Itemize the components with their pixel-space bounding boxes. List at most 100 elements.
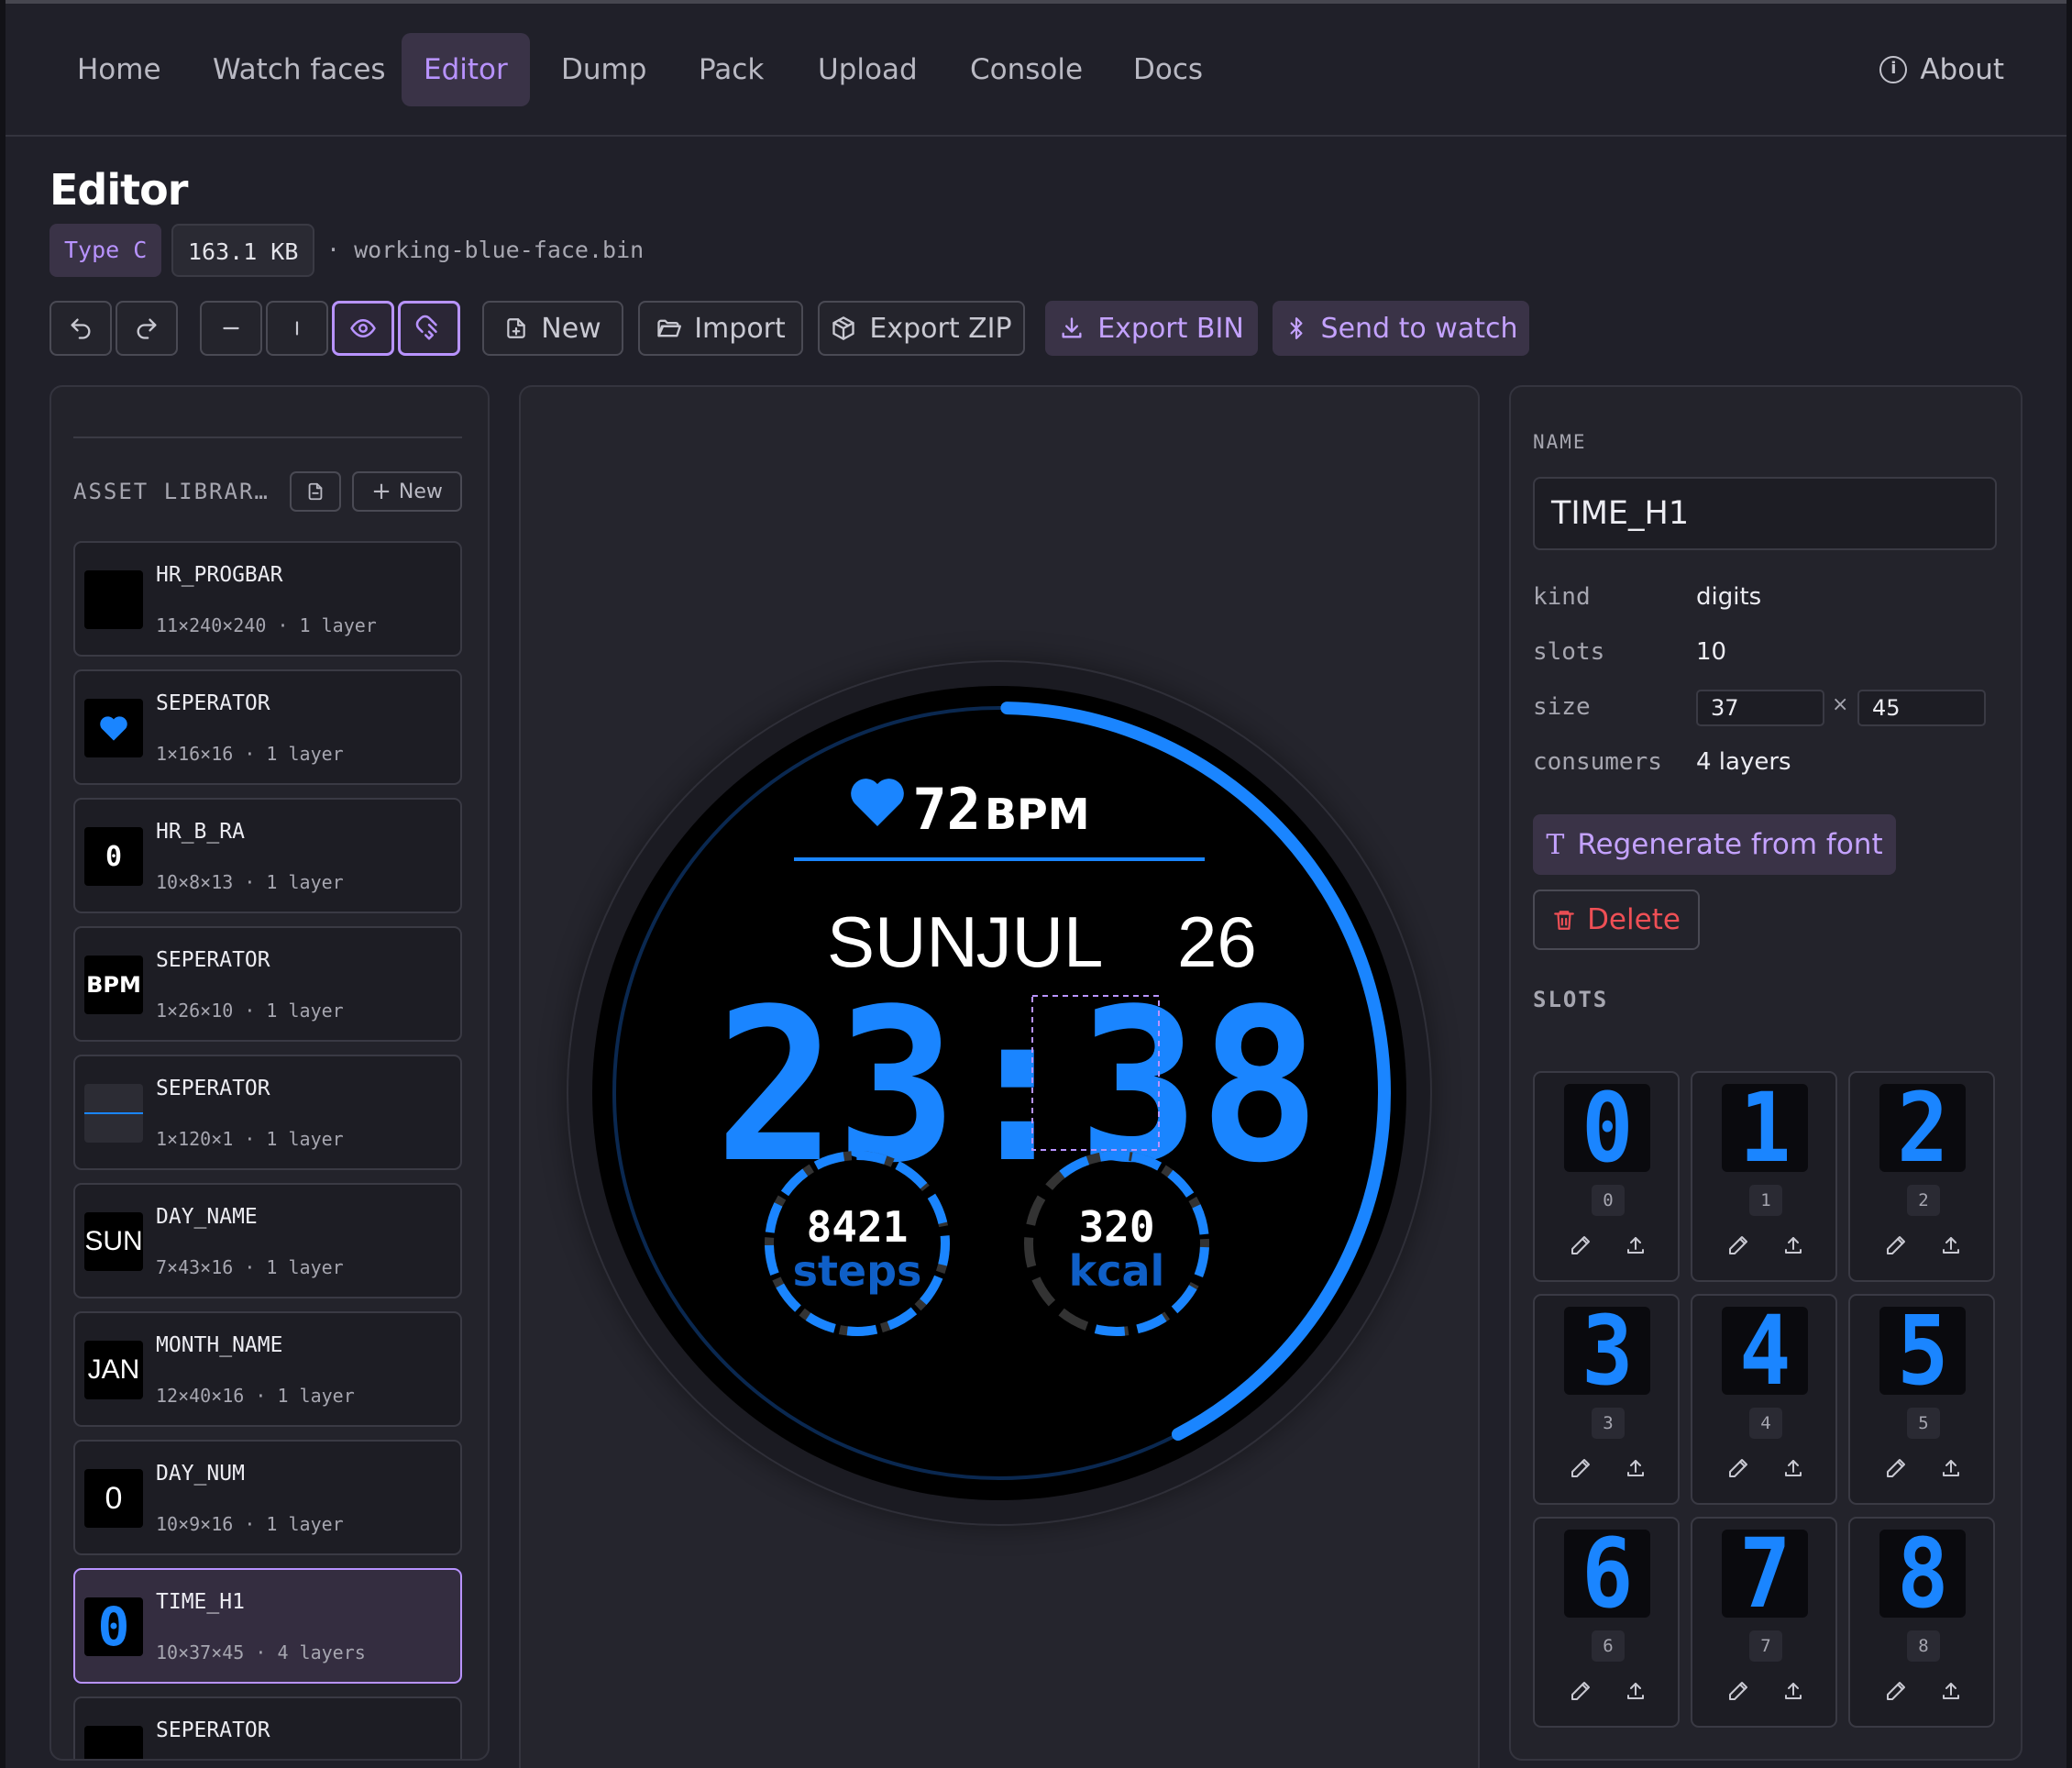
edit-slot-button[interactable]	[1885, 1680, 1907, 1706]
slot-actions	[1885, 1680, 1962, 1706]
type-icon: T	[1546, 828, 1565, 861]
slot-glyph: 4	[1738, 1295, 1791, 1407]
upload-slot-button[interactable]	[1625, 1457, 1647, 1483]
export-bin-label: Export BIN	[1097, 312, 1244, 345]
asset-item[interactable]: 0 HR_B_RA 10×8×13 · 1 layer	[73, 798, 462, 913]
nav-pack[interactable]: Pack	[677, 33, 786, 106]
nav-upload[interactable]: Upload	[796, 33, 940, 106]
height-input[interactable]: 45	[1857, 690, 1986, 726]
nav-home[interactable]: Home	[55, 33, 183, 106]
edit-slot-button[interactable]	[1570, 1457, 1592, 1483]
slot-index: 3	[1592, 1408, 1625, 1439]
magnet-icon	[415, 315, 437, 340]
slot-glyph: 3	[1581, 1295, 1634, 1407]
export-zip-button[interactable]: Export ZIP	[818, 301, 1025, 356]
slot-glyph-preview: 0	[1564, 1080, 1650, 1176]
asset-item[interactable]: SEPERATOR 1×120×1 · 1 layer	[73, 1055, 462, 1170]
snap-toggle[interactable]	[398, 301, 460, 356]
pencil-icon	[1887, 1682, 1905, 1700]
name-input[interactable]: TIME_H1	[1533, 477, 1997, 550]
edit-slot-button[interactable]	[1727, 1457, 1749, 1483]
export-bin-button[interactable]: Export BIN	[1045, 301, 1258, 356]
regenerate-from-font-button[interactable]: T Regenerate from font	[1533, 814, 1896, 875]
slots-title: SLOTS	[1533, 987, 1609, 1012]
asset-name: TIME_H1	[156, 1590, 245, 1614]
top-nav: Home Watch faces Editor Dump Pack Upload…	[6, 4, 2066, 137]
about-label: About	[1920, 53, 2004, 86]
asset-item[interactable]: SEPERATOR	[73, 1696, 462, 1759]
duplicate-asset-button[interactable]	[290, 471, 341, 512]
info-icon: i	[1879, 56, 1908, 83]
asset-meta: 1×26×10 · 1 layer	[156, 1000, 344, 1022]
divider	[73, 436, 462, 438]
file-name: · working-blue-face.bin	[326, 237, 645, 263]
upload-slot-button[interactable]	[1782, 1234, 1804, 1260]
nav-dump[interactable]: Dump	[539, 33, 668, 106]
asset-item[interactable]: BPM SEPERATOR 1×26×10 · 1 layer	[73, 926, 462, 1042]
new-file-button[interactable]: New	[482, 301, 623, 356]
thumb-glyph: SUN	[84, 1226, 143, 1256]
asset-item[interactable]: 0 DAY_NUM 10×9×16 · 1 layer	[73, 1440, 462, 1555]
delete-button[interactable]: Delete	[1533, 890, 1700, 950]
preview-toggle[interactable]	[332, 301, 394, 356]
new-asset-button[interactable]: + New	[352, 471, 462, 512]
slot-card[interactable]: 44	[1691, 1294, 1837, 1505]
kind-value: digits	[1696, 583, 1762, 611]
nav-console[interactable]: Console	[948, 33, 1105, 106]
upload-slot-button[interactable]	[1625, 1680, 1647, 1706]
upload-slot-button[interactable]	[1940, 1457, 1962, 1483]
asset-item-selected[interactable]: 0 TIME_H1 10×37×45 · 4 layers	[73, 1568, 462, 1684]
slot-card[interactable]: 55	[1848, 1294, 1995, 1505]
edit-slot-button[interactable]	[1885, 1234, 1907, 1260]
zoom-reset-button[interactable]	[266, 301, 328, 356]
asset-item[interactable]: SEPERATOR 1×16×16 · 1 layer	[73, 669, 462, 785]
upload-slot-button[interactable]	[1625, 1234, 1647, 1260]
undo-icon	[71, 318, 91, 339]
upload-slot-button[interactable]	[1782, 1680, 1804, 1706]
redo-button[interactable]	[116, 301, 178, 356]
nav-docs[interactable]: Docs	[1111, 33, 1225, 106]
slot-card[interactable]: 66	[1533, 1517, 1680, 1728]
slot-glyph: 1	[1738, 1072, 1791, 1184]
slot-card[interactable]: 88	[1848, 1517, 1995, 1728]
slot-glyph-preview: 6	[1564, 1526, 1650, 1621]
asset-item[interactable]: SUN DAY_NAME 7×43×16 · 1 layer	[73, 1183, 462, 1298]
pencil-icon	[1729, 1459, 1747, 1477]
undo-button[interactable]	[50, 301, 112, 356]
nav-watch-faces[interactable]: Watch faces	[191, 33, 408, 106]
slot-card[interactable]: 11	[1691, 1071, 1837, 1282]
bluetooth-icon	[1290, 317, 1303, 339]
edit-slot-button[interactable]	[1885, 1457, 1907, 1483]
regenerate-label: Regenerate from font	[1577, 828, 1883, 861]
slot-actions	[1727, 1680, 1804, 1706]
send-to-watch-button[interactable]: Send to watch	[1273, 301, 1529, 356]
upload-slot-button[interactable]	[1940, 1234, 1962, 1260]
asset-item[interactable]: HR_PROGBAR 11×240×240 · 1 layer	[73, 541, 462, 657]
slot-index: 8	[1907, 1630, 1940, 1662]
slot-card[interactable]: 33	[1533, 1294, 1680, 1505]
edit-slot-button[interactable]	[1570, 1680, 1592, 1706]
slot-card[interactable]: 77	[1691, 1517, 1837, 1728]
edit-slot-button[interactable]	[1727, 1234, 1749, 1260]
upload-slot-button[interactable]	[1782, 1457, 1804, 1483]
slot-glyph-preview: 7	[1722, 1518, 1808, 1630]
about-link[interactable]: i About	[1879, 53, 2004, 86]
edit-slot-button[interactable]	[1727, 1680, 1749, 1706]
slot-glyph: 8	[1896, 1518, 1949, 1630]
file-size-badge: 163.1 KB	[171, 224, 315, 277]
asset-thumbnail	[84, 1726, 143, 1759]
nav-editor[interactable]: Editor	[402, 33, 530, 106]
width-input[interactable]: 37	[1696, 690, 1824, 726]
watch-face[interactable]: 72 BPM SUN JUL 26 23:38 8421 steps 320 k…	[590, 684, 1408, 1502]
zoom-out-button[interactable]	[200, 301, 262, 356]
slot-glyph-preview: 5	[1879, 1303, 1966, 1398]
slot-card[interactable]: 22	[1848, 1071, 1995, 1282]
edit-slot-button[interactable]	[1570, 1234, 1592, 1260]
slot-index: 2	[1907, 1185, 1940, 1216]
upload-slot-button[interactable]	[1940, 1680, 1962, 1706]
asset-item[interactable]: JAN MONTH_NAME 12×40×16 · 1 layer	[73, 1311, 462, 1427]
size-times: ×	[1832, 693, 1849, 716]
slot-glyph: 7	[1738, 1518, 1791, 1630]
import-button[interactable]: Import	[638, 301, 803, 356]
slot-card[interactable]: 00	[1533, 1071, 1680, 1282]
